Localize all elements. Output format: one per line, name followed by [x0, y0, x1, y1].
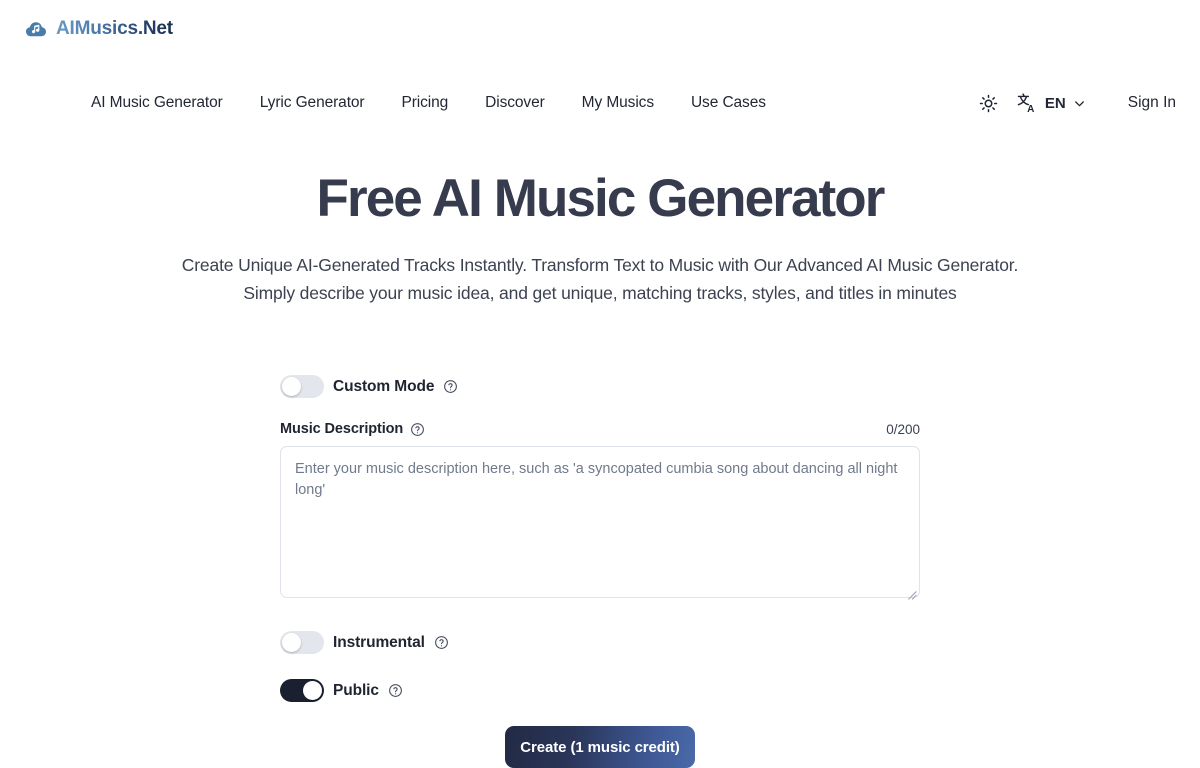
- question-circle-icon[interactable]: [388, 683, 403, 698]
- nav-item-pricing[interactable]: Pricing: [401, 94, 448, 112]
- cloud-music-note-icon: [24, 17, 48, 41]
- main-navigation: AI Music Generator Lyric Generator Prici…: [0, 82, 1200, 124]
- nav-item-discover[interactable]: Discover: [485, 94, 545, 112]
- create-music-button[interactable]: Create (1 music credit): [505, 726, 695, 768]
- instrumental-label: Instrumental: [333, 633, 425, 651]
- svg-text:A: A: [1027, 103, 1034, 113]
- custom-mode-label: Custom Mode: [333, 377, 435, 395]
- site-logo[interactable]: AIMusics.Net: [24, 17, 173, 41]
- theme-toggle-button[interactable]: [975, 89, 1003, 117]
- nav-utilities: 文 A EN Sign In: [975, 82, 1176, 124]
- public-row: Public: [280, 679, 920, 702]
- question-circle-icon[interactable]: [443, 379, 458, 394]
- music-description-label-group: Music Description: [280, 421, 425, 437]
- instrumental-toggle[interactable]: [280, 631, 324, 654]
- language-value: EN: [1044, 94, 1066, 112]
- music-generator-form: Custom Mode Music Description 0/200 Inst…: [280, 375, 920, 702]
- nav-item-lyric-generator[interactable]: Lyric Generator: [260, 94, 365, 112]
- toggle-knob: [282, 633, 301, 652]
- nav-item-ai-music-generator[interactable]: AI Music Generator: [91, 94, 223, 112]
- toggle-knob: [303, 681, 322, 700]
- music-description-label: Music Description: [280, 421, 404, 437]
- language-selector[interactable]: 文 A EN: [1017, 93, 1086, 114]
- music-description-field-wrapper: [280, 437, 920, 603]
- custom-mode-row: Custom Mode: [280, 375, 920, 398]
- brand-name: AIMusics.Net: [56, 18, 173, 39]
- toggle-knob: [282, 377, 301, 396]
- nav-links: AI Music Generator Lyric Generator Prici…: [91, 94, 766, 112]
- instrumental-row: Instrumental: [280, 631, 920, 654]
- music-description-input[interactable]: [280, 446, 920, 598]
- page-subtitle: Create Unique AI-Generated Tracks Instan…: [181, 255, 1019, 304]
- music-description-header: Music Description 0/200: [280, 421, 920, 437]
- translate-icon: 文 A: [1017, 93, 1034, 114]
- sign-in-button[interactable]: Sign In: [1128, 94, 1176, 112]
- page-title: Free AI Music Generator: [316, 169, 886, 228]
- character-counter: 0/200: [886, 421, 920, 437]
- public-label: Public: [333, 681, 379, 699]
- chevron-down-icon: [1074, 100, 1084, 106]
- nav-item-use-cases[interactable]: Use Cases: [691, 94, 766, 112]
- question-circle-icon[interactable]: [410, 422, 425, 437]
- submit-area: Create (1 music credit): [0, 726, 1200, 768]
- custom-mode-toggle[interactable]: [280, 375, 324, 398]
- public-toggle[interactable]: [280, 679, 324, 702]
- question-circle-icon[interactable]: [434, 635, 449, 650]
- sun-icon: [980, 94, 998, 112]
- hero-section: Free AI Music Generator Create Unique AI…: [0, 170, 1200, 307]
- nav-item-my-musics[interactable]: My Musics: [582, 94, 654, 112]
